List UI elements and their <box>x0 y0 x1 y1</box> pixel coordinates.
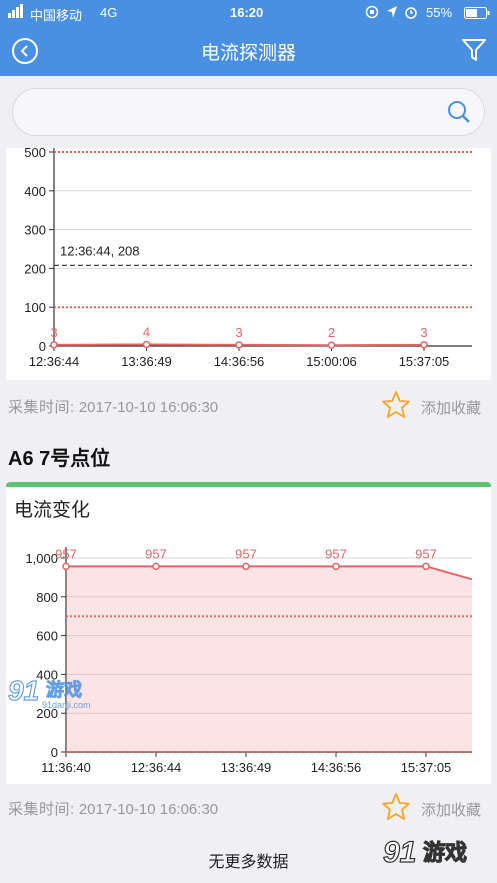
data-label: 957 <box>145 546 167 561</box>
data-point <box>422 562 430 571</box>
data-point <box>242 562 250 571</box>
x-tick-label: 12:36:44 <box>29 354 80 369</box>
filter-icon <box>462 39 486 61</box>
search-bar <box>12 88 485 136</box>
data-point <box>332 562 340 571</box>
y-tick-label: 800 <box>36 590 58 605</box>
y-tick-label: 600 <box>36 629 58 644</box>
x-tick-label: 12:36:44 <box>131 760 182 775</box>
star-icon <box>382 391 410 418</box>
battery-icon <box>464 7 490 22</box>
collect-time-2: 采集时间: 2017-10-10 16:06:30 <box>8 798 218 819</box>
search-input[interactable] <box>33 101 433 125</box>
x-tick-label: 11:36:40 <box>41 760 91 775</box>
svg-text:91: 91 <box>8 675 39 706</box>
x-tick-label: 13:36:49 <box>121 354 172 369</box>
x-tick-label: 13:36:49 <box>221 760 272 775</box>
alarm-icon <box>404 5 418 22</box>
svg-text:91: 91 <box>383 836 416 869</box>
sensor-meta-row-2: 采集时间: 2017-10-10 16:06:30 添加收藏 <box>0 788 497 826</box>
collect-time-value: 2017-10-10 16:06:30 <box>78 399 219 416</box>
data-label: 2 <box>328 325 335 340</box>
location-icon <box>386 5 398 22</box>
data-label: 957 <box>325 546 347 561</box>
x-tick-label: 14:36:56 <box>311 760 362 775</box>
x-tick-label: 14:36:56 <box>214 354 265 369</box>
svg-text:91danji.com: 91danji.com <box>42 700 91 710</box>
svg-text:游戏: 游戏 <box>423 840 467 865</box>
data-label: 957 <box>55 546 77 561</box>
collect-time: 采集时间: 2017-10-10 16:06:30 <box>8 396 218 417</box>
sensor-chart-card-2: 电流变化 0 200 400 600 800 1,000 11:36:40 12:36:44 1… <box>6 482 491 784</box>
collect-time-value-2: 2017-10-10 16:06:30 <box>78 801 219 818</box>
carrier-name: 中国移动 <box>30 8 83 23</box>
collect-time-label-2: 采集时间: <box>8 801 75 818</box>
status-bar: 中国移动 4G 16:20 55% <box>0 0 497 26</box>
data-point <box>420 341 428 349</box>
data-point <box>327 341 336 349</box>
y-tick-label: 0 <box>39 339 46 354</box>
data-point <box>152 562 160 571</box>
data-point <box>62 562 70 571</box>
add-favorite-button-2[interactable]: 添加收藏 <box>381 792 489 822</box>
watermark-logo: 91 游戏 91danji.com <box>7 672 108 712</box>
series-area <box>66 566 472 752</box>
svg-text:游戏: 游戏 <box>46 679 82 700</box>
data-label: 3 <box>235 325 242 340</box>
data-label: 3 <box>420 325 427 340</box>
data-point <box>142 340 151 349</box>
signal-icon <box>8 4 26 21</box>
y-tick-label: 100 <box>24 300 46 315</box>
y-tick-label: 300 <box>24 223 46 238</box>
sensor-chart-card: 0 100 200 300 400 500 12:36:44 13:36:49 14:36:56… <box>6 145 491 380</box>
add-favorite-label-2: 添加收藏 <box>421 802 482 819</box>
current-chart-2: 02004006008001,00011:36:40 12:36:44 13:36:… <box>25 546 473 775</box>
data-point <box>235 341 243 349</box>
nav-bar: 电流探测器 <box>0 26 497 76</box>
lock-rotation-icon <box>365 5 379 22</box>
collect-time-label: 采集时间: <box>8 399 75 416</box>
clock: 16:20 <box>230 5 264 20</box>
watermark-logo-corner: 91 游戏 <box>382 828 483 874</box>
x-tick-label: 15:37:05 <box>401 760 452 775</box>
page-title: 电流探测器 <box>200 43 296 64</box>
filter-button[interactable] <box>461 37 487 63</box>
y-tick-label: 200 <box>24 261 46 276</box>
data-label: 957 <box>235 546 257 561</box>
marker-line-label: 12:36:44, 208 <box>60 243 140 258</box>
sensor-name: A6 7号点位 <box>8 448 111 470</box>
battery-percent: 55% <box>426 5 453 20</box>
current-chart-1: 0 100 200 300 400 500 12:36:44 13:36:49 14:36:56… <box>24 145 472 369</box>
data-label: 3 <box>50 325 57 340</box>
y-tick-label: 0 <box>51 745 58 760</box>
y-tick-label: 400 <box>24 184 46 199</box>
data-label: 4 <box>143 324 150 339</box>
data-label: 957 <box>415 546 437 561</box>
search-icon[interactable] <box>446 99 472 125</box>
y-tick-label: 1,000 <box>25 551 58 566</box>
x-tick-label: 15:00:06 <box>306 354 357 369</box>
sensor-meta-row: 采集时间: 2017-10-10 16:06:30 添加收藏 <box>0 386 497 424</box>
star-icon <box>382 793 410 820</box>
add-favorite-button[interactable]: 添加收藏 <box>381 390 489 420</box>
y-tick-label: 500 <box>24 148 46 160</box>
network-type: 4G <box>100 5 118 20</box>
x-tick-label: 15:37:05 <box>399 354 450 369</box>
data-point <box>50 341 58 349</box>
add-favorite-label: 添加收藏 <box>421 400 482 417</box>
